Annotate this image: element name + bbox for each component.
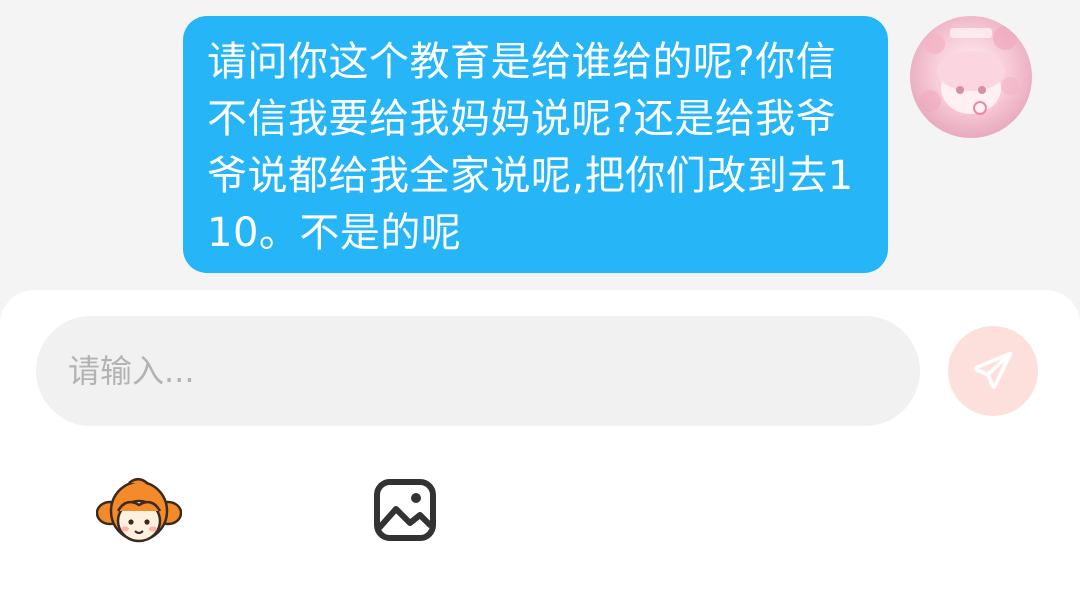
paper-plane-icon [973,351,1013,389]
image-button[interactable] [360,465,450,555]
chat-area: 请问你这个教育是给谁给的呢?你信不信我要给我妈妈说呢?还是给我爷爷说都给我全家说… [0,0,1080,300]
mascot-sticker-icon [96,478,182,543]
message-input-box[interactable] [36,316,920,426]
image-icon [374,479,436,541]
message-bubble[interactable]: 请问你这个教育是给谁给的呢?你信不信我要给我妈妈说呢?还是给我爷爷说都给我全家说… [183,16,888,273]
user-avatar[interactable] [910,16,1032,138]
avatar-image [910,16,1032,138]
message-input[interactable] [66,351,920,391]
sticker-button[interactable] [94,468,184,558]
composer-panel [0,290,1080,603]
send-button[interactable] [948,326,1038,416]
